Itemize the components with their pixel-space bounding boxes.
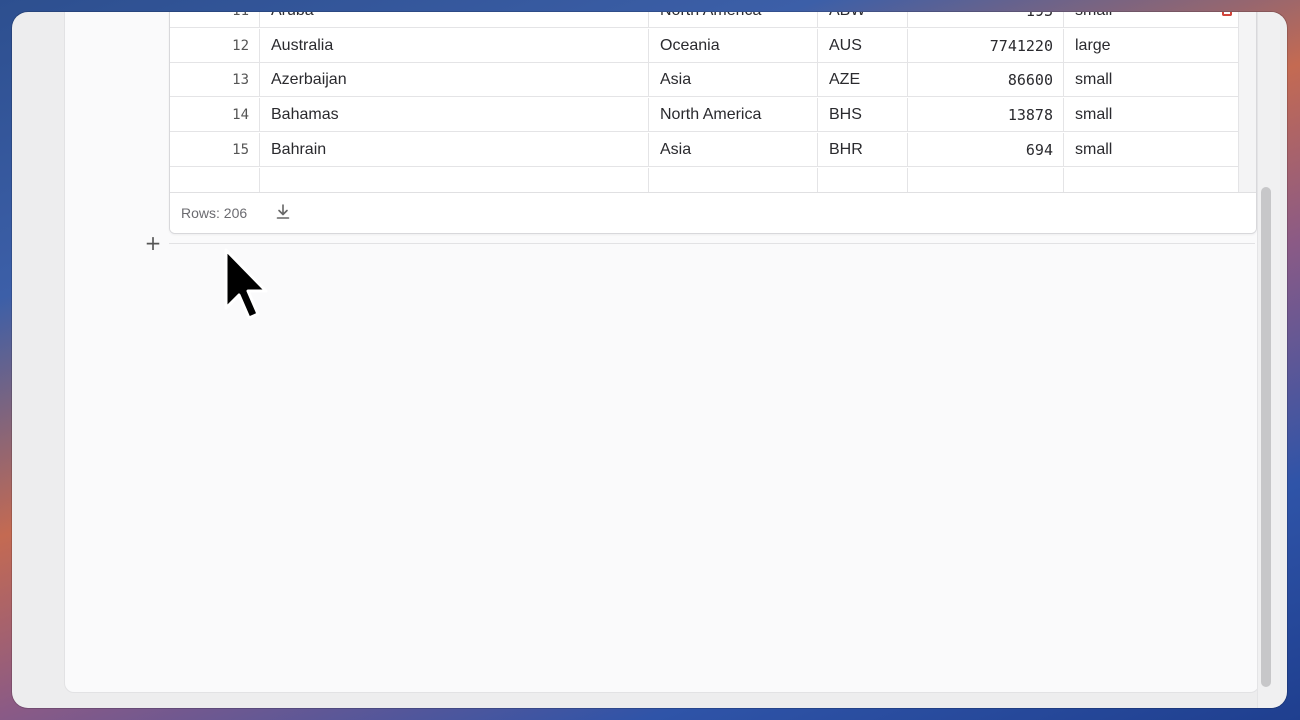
table-row-partial	[170, 167, 1238, 193]
download-icon[interactable]	[274, 203, 292, 221]
cell-code: BHS	[818, 98, 908, 133]
row-index: 13	[170, 63, 260, 98]
cell-name: Bahamas	[260, 98, 649, 133]
add-cell-button[interactable]: +	[143, 233, 163, 253]
dataframe-output: 11ArubaNorth AmericaABW193small12Austral…	[169, 12, 1257, 234]
cell-name-empty	[260, 167, 649, 192]
row-index: 14	[170, 98, 260, 133]
cell-size: small	[1064, 12, 1238, 28]
cell-code-empty	[818, 167, 908, 192]
row-index: 11	[170, 12, 260, 28]
page-scrollbar-thumb[interactable]	[1261, 187, 1271, 687]
cell-area: 7741220	[908, 28, 1064, 63]
table-body: 11ArubaNorth AmericaABW193small12Austral…	[170, 12, 1238, 192]
cell-region-empty	[649, 167, 818, 192]
app-window: 11ArubaNorth AmericaABW193small12Austral…	[12, 12, 1287, 708]
cell-name: Bahrain	[260, 132, 649, 167]
table-scrollbar[interactable]	[1238, 12, 1256, 192]
cell-region: North America	[649, 12, 818, 28]
cell-name: Australia	[260, 28, 649, 63]
cell-area: 694	[908, 132, 1064, 167]
cell-code: BHR	[818, 132, 908, 167]
table-row: 12 Australia Oceania AUS 7741220 large	[170, 28, 1238, 63]
cell-size: small	[1075, 140, 1113, 158]
row-index-empty	[170, 167, 260, 192]
cell-divider	[169, 243, 1255, 244]
cell-size-empty	[1064, 168, 1238, 193]
cell-size: small	[1075, 71, 1113, 89]
row-index: 15	[170, 132, 260, 167]
notebook-panel: 11ArubaNorth AmericaABW193small12Austral…	[64, 12, 1260, 693]
cell-code: AZE	[818, 63, 908, 98]
cell-area: 193	[908, 12, 1064, 28]
row-index: 12	[170, 28, 260, 63]
rows-count: Rows: 206	[181, 205, 248, 221]
cell-region: Asia	[649, 63, 818, 98]
cell-name: Azerbaijan	[260, 63, 649, 98]
table-row: 15 Bahrain Asia BHR 694 small	[170, 132, 1238, 167]
cell-area: 13878	[908, 98, 1064, 133]
cell-name: Aruba	[260, 12, 649, 28]
mouse-pointer-icon	[224, 248, 268, 320]
cell-size: small	[1075, 106, 1113, 124]
table-row: 14 Bahamas North America BHS 13878 small	[170, 98, 1238, 133]
cell-size: large	[1075, 36, 1111, 54]
cell-region: North America	[649, 98, 818, 133]
cell-region: Oceania	[649, 28, 818, 63]
trash-icon[interactable]	[1222, 12, 1232, 16]
table-footer: Rows: 206	[170, 192, 1256, 233]
cell-code: ABW	[818, 12, 908, 28]
cell-area-empty	[908, 167, 1064, 192]
cell-region: Asia	[649, 132, 818, 167]
table-row: 13 Azerbaijan Asia AZE 86600 small	[170, 63, 1238, 98]
table-row: 11ArubaNorth AmericaABW193small	[170, 12, 1238, 28]
cell-area: 86600	[908, 63, 1064, 98]
cell-code: AUS	[818, 28, 908, 63]
